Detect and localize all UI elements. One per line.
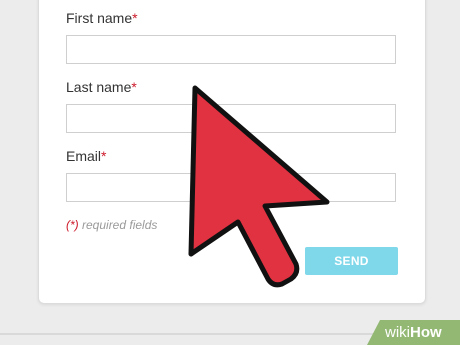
email-input[interactable] [66,173,396,202]
first-name-label: First name* [66,10,138,26]
first-name-input[interactable] [66,35,396,64]
wikihow-watermark: wikiHow [367,320,460,345]
send-button[interactable]: SEND [305,247,398,275]
email-label: Email* [66,148,107,164]
contact-form-card: First name* Last name* Email* (*) requir… [38,0,426,304]
last-name-input[interactable] [66,104,396,133]
last-name-label: Last name* [66,79,137,95]
required-fields-note: (*) required fields [66,218,158,232]
